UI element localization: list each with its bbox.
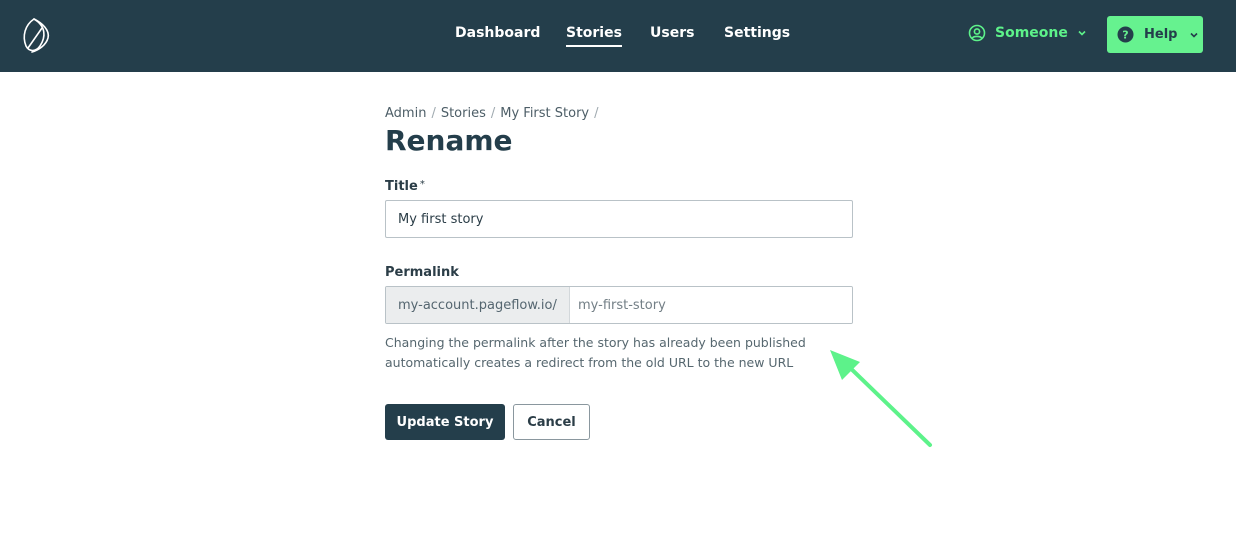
breadcrumb: Admin / Stories / My First Story / — [385, 106, 604, 121]
required-mark: * — [419, 179, 425, 190]
breadcrumb-separator: / — [594, 106, 599, 121]
nav-dashboard[interactable]: Dashboard — [455, 25, 540, 41]
permalink-input[interactable] — [570, 287, 852, 323]
help-button[interactable]: ? Help — [1107, 16, 1203, 53]
permalink-hint: Changing the permalink after the story h… — [385, 335, 806, 370]
nav-stories[interactable]: Stories — [566, 25, 622, 47]
pageflow-logo-icon[interactable] — [20, 16, 52, 54]
svg-text:?: ? — [1122, 29, 1128, 42]
question-circle-icon: ? — [1117, 26, 1134, 43]
cancel-button[interactable]: Cancel — [513, 404, 590, 440]
chevron-down-icon — [1078, 30, 1086, 36]
breadcrumb-separator: / — [490, 106, 496, 121]
annotation-arrow-icon — [830, 350, 932, 447]
user-name: Someone — [995, 25, 1068, 41]
title-label: Title * — [385, 179, 425, 194]
help-label: Help — [1144, 27, 1178, 42]
nav-users[interactable]: Users — [650, 25, 694, 41]
breadcrumb-admin[interactable]: Admin — [385, 106, 426, 121]
user-menu[interactable]: Someone — [968, 24, 1087, 42]
breadcrumb-separator: / — [431, 106, 436, 121]
top-navigation-bar: Dashboard Stories Users Settings Someone… — [0, 0, 1236, 72]
permalink-prefix: my-account.pageflow.io/ — [386, 287, 570, 323]
breadcrumb-story[interactable]: My First Story — [500, 106, 589, 121]
update-story-button[interactable]: Update Story — [385, 404, 505, 440]
title-label-text: Title — [385, 179, 418, 194]
permalink-label: Permalink — [385, 265, 459, 280]
chevron-down-icon — [1190, 32, 1199, 38]
title-input[interactable] — [385, 200, 853, 238]
breadcrumb-stories[interactable]: Stories — [441, 106, 486, 121]
permalink-field-group: my-account.pageflow.io/ — [385, 286, 853, 324]
page-title: Rename — [385, 124, 513, 157]
nav-settings[interactable]: Settings — [724, 25, 790, 41]
user-circle-icon — [968, 24, 986, 42]
